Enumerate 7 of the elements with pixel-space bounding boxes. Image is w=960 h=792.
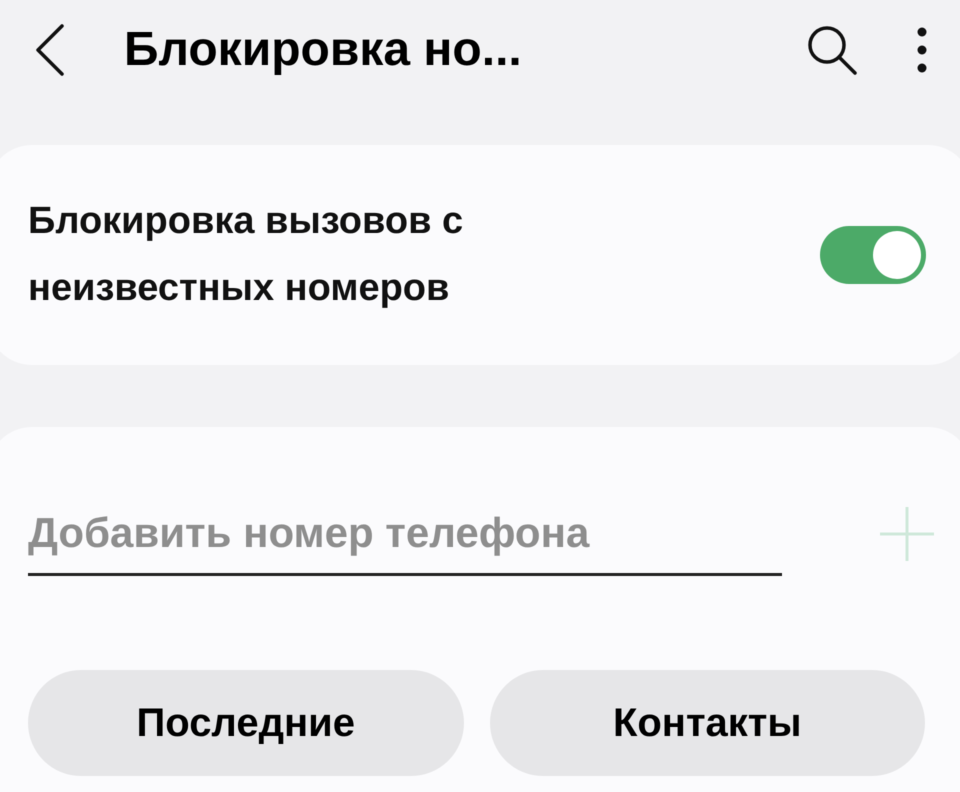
action-button[interactable]: Последние (28, 670, 464, 776)
back-icon (34, 24, 66, 76)
action-button[interactable]: Контакты (490, 670, 925, 776)
more-icon (916, 26, 928, 74)
setting-label: Блокировка вызовов с неизвестных номеров (28, 199, 464, 311)
phone-number-field[interactable]: Добавить номер телефона (28, 492, 782, 576)
page-title: Блокировка но... (124, 22, 522, 78)
